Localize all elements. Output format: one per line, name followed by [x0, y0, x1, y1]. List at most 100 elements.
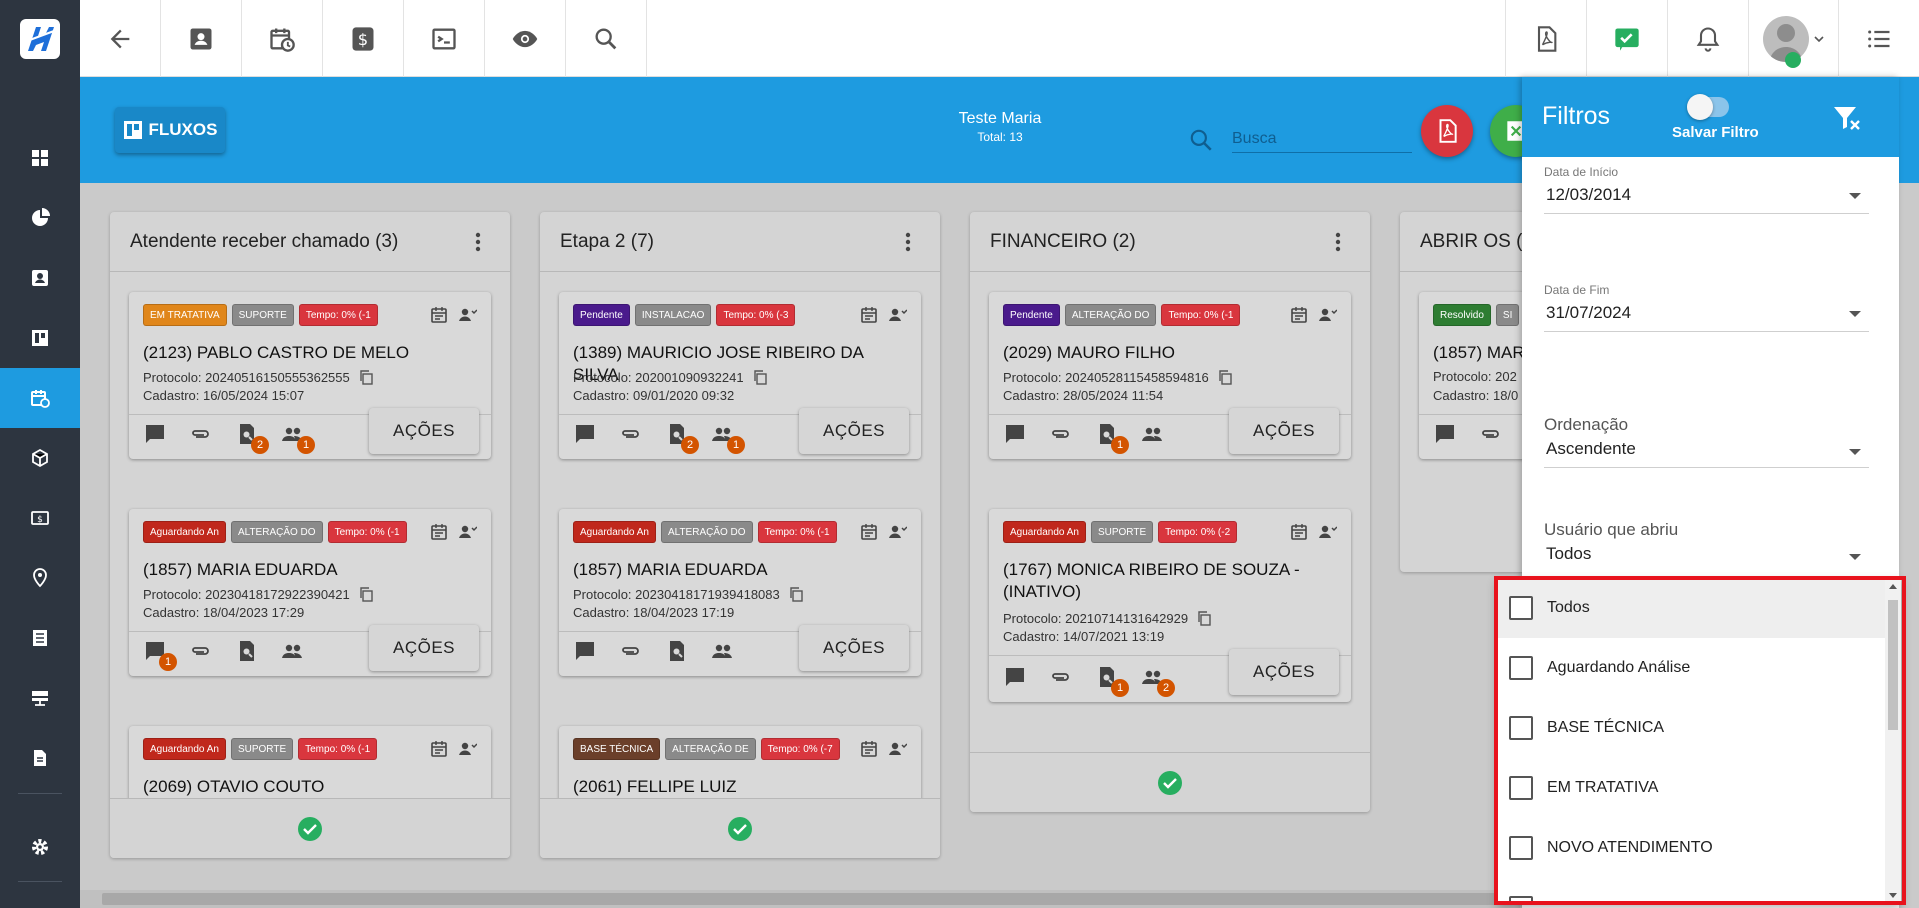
actions-button[interactable]: AÇÕES	[1229, 649, 1339, 695]
search-input[interactable]	[1232, 125, 1412, 153]
sidebar-item-servers[interactable]	[0, 668, 80, 728]
checkbox[interactable]	[1509, 836, 1533, 860]
ticket-card[interactable]: Aguardando An SUPORTE Tempo: 0% (-2 (176…	[989, 509, 1351, 702]
dropdown-option[interactable]: Todos	[1497, 578, 1901, 638]
attachment-icon[interactable]	[189, 639, 213, 663]
calendar-icon[interactable]	[859, 305, 879, 325]
checkbox[interactable]	[1509, 716, 1533, 740]
calendar-icon[interactable]	[859, 522, 879, 542]
calendar-icon[interactable]	[1289, 522, 1309, 542]
assign-user-icon[interactable]	[887, 522, 907, 542]
attachment-icon[interactable]	[619, 639, 643, 663]
document-search-icon[interactable]: 1	[1095, 422, 1129, 454]
calendar-icon[interactable]	[859, 739, 879, 759]
sidebar-item-dashboard[interactable]	[0, 128, 80, 188]
document-search-icon[interactable]: 2	[665, 422, 699, 454]
attachment-icon[interactable]	[189, 422, 213, 446]
people-icon[interactable]	[711, 639, 735, 663]
ticket-card[interactable]: BASE TÉCNICA ALTERAÇÃO DE Tempo: 0% (-7 …	[559, 726, 921, 806]
sidebar-item-settings[interactable]	[0, 817, 80, 877]
comment-icon[interactable]	[1433, 422, 1457, 446]
fluxos-button[interactable]: FLUXOS	[115, 107, 225, 153]
document-search-icon[interactable]	[235, 639, 259, 663]
calendar-icon[interactable]	[429, 739, 449, 759]
copy-icon[interactable]	[788, 586, 804, 602]
sidebar-item-reports[interactable]	[0, 188, 80, 248]
dropdown-option[interactable]	[1497, 878, 1901, 904]
checkbox[interactable]	[1509, 896, 1533, 904]
actions-button[interactable]: AÇÕES	[1229, 408, 1339, 454]
attachment-icon[interactable]	[619, 422, 643, 446]
order-field[interactable]: Ordenação Ascendente	[1544, 415, 1869, 468]
comment-icon[interactable]	[1003, 422, 1027, 446]
comment-icon[interactable]	[1003, 665, 1027, 689]
actions-button[interactable]: AÇÕES	[799, 625, 909, 671]
calendar-icon[interactable]	[429, 522, 449, 542]
assign-user-icon[interactable]	[1317, 305, 1337, 325]
end-date-field[interactable]: Data de Fim 31/07/2024	[1544, 283, 1869, 332]
export-pdf-button[interactable]	[1421, 105, 1473, 157]
sidebar-item-files[interactable]	[0, 728, 80, 788]
people-icon[interactable]	[281, 639, 305, 663]
sidebar-item-finance[interactable]: $	[0, 488, 80, 548]
copy-icon[interactable]	[358, 369, 374, 385]
copy-icon[interactable]	[1217, 369, 1233, 385]
terminal-button[interactable]	[404, 0, 485, 77]
attachment-icon[interactable]	[1479, 422, 1503, 446]
checkbox[interactable]	[1509, 596, 1533, 620]
dropdown-option[interactable]: NOVO ATENDIMENTO	[1497, 818, 1901, 878]
tasks-button[interactable]	[1586, 0, 1667, 77]
comment-icon[interactable]: 1	[143, 639, 177, 671]
checkbox[interactable]	[1509, 656, 1533, 680]
back-button[interactable]	[80, 0, 161, 77]
assign-user-icon[interactable]	[457, 305, 477, 325]
copy-icon[interactable]	[752, 369, 768, 385]
pdf-report-button[interactable]	[1505, 0, 1586, 77]
view-button[interactable]	[485, 0, 566, 77]
checkbox[interactable]	[1509, 776, 1533, 800]
calendar-icon[interactable]	[1289, 305, 1309, 325]
ticket-card[interactable]: Pendente ALTERAÇÃO DO Tempo: 0% (-1 (202…	[989, 292, 1351, 459]
document-search-icon[interactable]: 2	[235, 422, 269, 454]
people-icon[interactable]: 2	[1141, 665, 1175, 697]
dropdown-option[interactable]: EM TRATATIVA	[1497, 758, 1901, 818]
people-icon[interactable]	[1141, 422, 1165, 446]
horizontal-scrollbar[interactable]	[80, 890, 1520, 908]
assign-user-icon[interactable]	[457, 522, 477, 542]
ticket-card[interactable]: Aguardando An ALTERAÇÃO DO Tempo: 0% (-1…	[129, 509, 491, 676]
actions-button[interactable]: AÇÕES	[799, 408, 909, 454]
dropdown-option[interactable]: Aguardando Análise	[1497, 638, 1901, 698]
actions-button[interactable]: AÇÕES	[369, 408, 479, 454]
sidebar-item-locations[interactable]	[0, 548, 80, 608]
sidebar-item-contacts[interactable]	[0, 248, 80, 308]
attachment-icon[interactable]	[1049, 665, 1073, 689]
sidebar-item-products[interactable]	[0, 428, 80, 488]
comment-icon[interactable]	[573, 639, 597, 663]
assign-user-icon[interactable]	[457, 739, 477, 759]
comment-icon[interactable]	[143, 422, 167, 446]
check-circle-icon[interactable]	[1157, 770, 1183, 796]
copy-icon[interactable]	[1196, 610, 1212, 626]
sidebar-item-schedule[interactable]	[0, 368, 80, 428]
document-search-icon[interactable]: 1	[1095, 665, 1129, 697]
people-icon[interactable]: 1	[281, 422, 315, 454]
ticket-card[interactable]: Pendente INSTALACAO Tempo: 0% (-3 (1389)…	[559, 292, 921, 459]
schedule-button[interactable]	[242, 0, 323, 77]
ticket-card[interactable]: Aguardando An ALTERAÇÃO DO Tempo: 0% (-1…	[559, 509, 921, 676]
actions-button[interactable]: AÇÕES	[369, 625, 479, 671]
more-vert-icon[interactable]	[896, 230, 920, 254]
clear-filter-icon[interactable]	[1832, 103, 1862, 133]
copy-icon[interactable]	[358, 586, 374, 602]
logo[interactable]	[0, 0, 80, 77]
check-circle-icon[interactable]	[297, 816, 323, 842]
search-button[interactable]	[566, 0, 647, 77]
main-menu-button[interactable]	[1838, 0, 1919, 77]
more-vert-icon[interactable]	[1326, 230, 1350, 254]
contacts-button[interactable]	[161, 0, 242, 77]
calendar-icon[interactable]	[429, 305, 449, 325]
comment-icon[interactable]	[573, 422, 597, 446]
check-circle-icon[interactable]	[727, 816, 753, 842]
attachment-icon[interactable]	[1049, 422, 1073, 446]
dropdown-scrollbar[interactable]	[1885, 578, 1901, 904]
assign-user-icon[interactable]	[887, 305, 907, 325]
